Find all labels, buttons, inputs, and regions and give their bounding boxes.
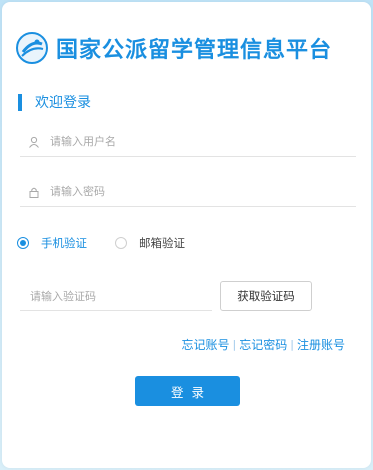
site-title: 国家公派留学管理信息平台 [56,38,333,63]
site-logo-icon [16,32,48,64]
phone-verify-radio[interactable]: 手机验证 [17,235,87,251]
email-verify-label: 邮箱验证 [139,236,185,250]
welcome-heading: 欢迎登录 [18,92,91,112]
link-separator: | [290,338,294,351]
link-separator: | [232,338,237,351]
forgot-password-link[interactable]: 忘记密码 [239,336,287,353]
email-verify-radio[interactable]: 邮箱验证 [115,235,185,251]
code-field [20,283,212,311]
account-links: 忘记账号 | 忘记密码 | 注册账号 [182,336,345,353]
verify-method-group: 手机验证 邮箱验证 [17,235,185,251]
password-field [20,177,356,207]
username-input[interactable] [50,135,330,148]
user-icon [27,135,41,149]
phone-verify-label: 手机验证 [41,236,87,250]
radio-unchecked-icon [115,237,127,249]
login-card: 国家公派留学管理信息平台 欢迎登录 手机验证 邮箱验证 [2,2,371,468]
verification-code-input[interactable] [30,290,200,303]
forgot-account-link[interactable]: 忘记账号 [182,336,230,353]
radio-checked-icon [17,237,29,249]
site-header: 国家公派留学管理信息平台 [16,30,332,66]
register-link[interactable]: 注册账号 [297,336,345,353]
welcome-text: 欢迎登录 [35,95,91,111]
heading-accent-bar [18,93,22,111]
lock-icon [27,185,41,199]
username-field [20,127,356,157]
login-button[interactable]: 登录 [135,376,240,406]
password-input[interactable] [50,185,330,198]
get-code-button[interactable]: 获取验证码 [220,281,312,311]
